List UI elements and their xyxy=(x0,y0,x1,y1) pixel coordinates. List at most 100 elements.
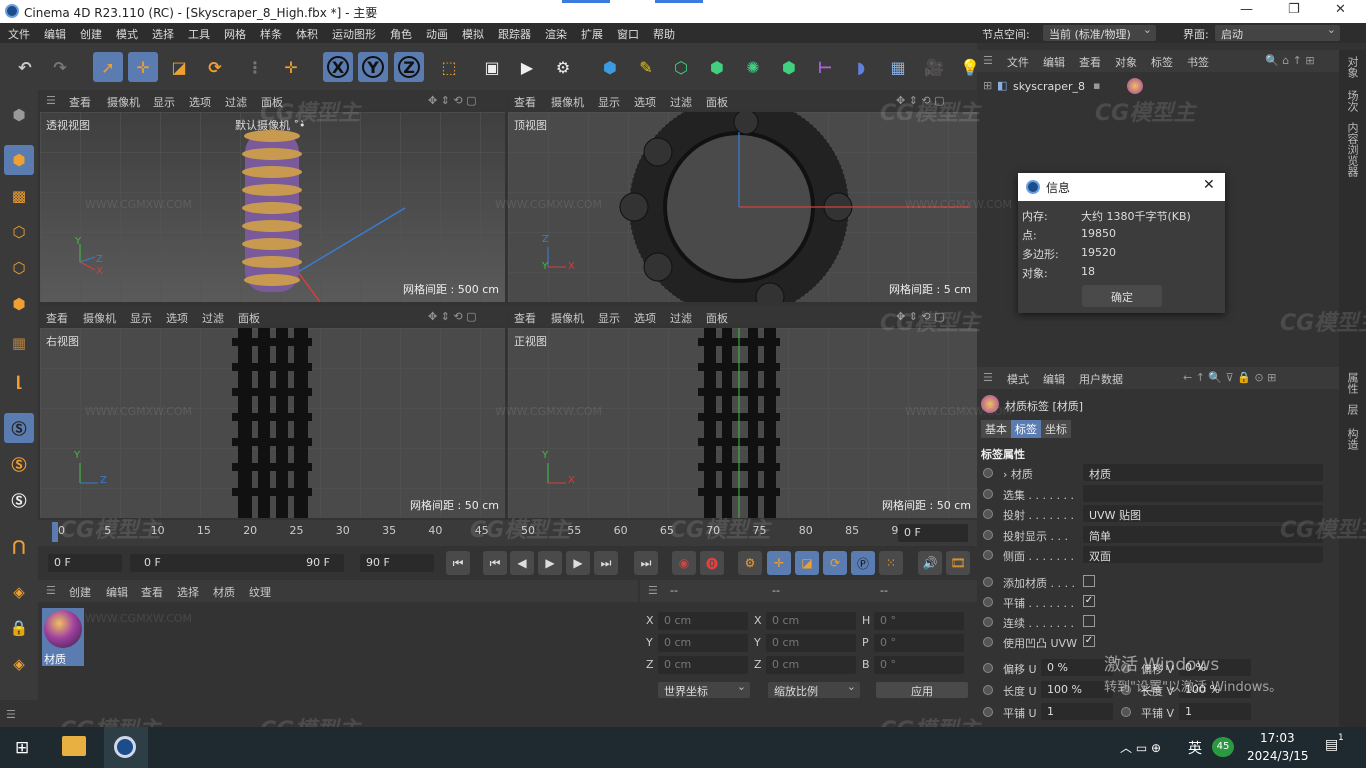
tab-structure[interactable]: 构造 xyxy=(1344,428,1360,450)
mat-menu-select[interactable]: 选择 xyxy=(177,584,199,600)
goto-start-icon[interactable]: ⏮ xyxy=(446,551,470,575)
prev-key-icon[interactable]: ⏮ xyxy=(483,551,507,575)
render-view-icon[interactable]: ▣ xyxy=(477,52,507,82)
attr-checkbox[interactable]: ✓ xyxy=(1083,634,1095,647)
interface-dropdown[interactable]: 启动 xyxy=(1215,23,1340,41)
menu-tracker[interactable]: 跟踪器 xyxy=(498,26,531,42)
next-key-icon[interactable]: ⏭ xyxy=(594,551,618,575)
cloner-icon[interactable]: ✺ xyxy=(738,52,768,82)
attr-value-field[interactable]: 1 xyxy=(1179,702,1251,720)
viewport-menu-camera[interactable]: 摄像机 xyxy=(83,310,116,326)
menu-create[interactable]: 创建 xyxy=(80,26,102,42)
coord-value-field[interactable]: 0 ° xyxy=(874,656,964,674)
animate-dot-icon[interactable] xyxy=(983,636,993,647)
viewport-nav-icon[interactable]: ✥ ⇕ ⟲ ▢ xyxy=(428,94,477,107)
tab-layers[interactable]: 层 xyxy=(1344,404,1360,415)
coord-value-field[interactable]: 0 cm xyxy=(658,634,748,652)
menu-edit[interactable]: 编辑 xyxy=(44,26,66,42)
coord-value-field[interactable]: 0 cm xyxy=(766,612,856,630)
viewport-menu-options[interactable]: 选项 xyxy=(634,310,656,326)
snap-settings-icon[interactable]: Ⓢ xyxy=(4,449,34,479)
animate-dot-icon[interactable] xyxy=(983,550,993,560)
menu-handle-icon[interactable]: ☰ xyxy=(983,54,993,67)
node-space-dropdown[interactable]: 当前 (标准/物理) xyxy=(1043,23,1156,41)
make-editable-icon[interactable]: ⬢ xyxy=(4,100,34,130)
animate-dot-icon[interactable] xyxy=(983,468,993,478)
apply-button[interactable]: 应用 xyxy=(876,682,968,698)
lock-workplane-icon[interactable]: 🔒 xyxy=(4,613,34,643)
viewport-nav-icon[interactable]: ✥ ⇕ ⟲ ▢ xyxy=(428,310,477,323)
coord-value-field[interactable]: 0 cm xyxy=(766,634,856,652)
attr-checkbox[interactable] xyxy=(1083,614,1095,627)
attr-value-field[interactable]: 0 % xyxy=(1041,658,1113,676)
menu-file[interactable]: 文件 xyxy=(8,26,30,42)
attr-menu-userdata[interactable]: 用户数据 xyxy=(1079,371,1123,387)
animate-dot-icon[interactable] xyxy=(983,662,993,673)
animate-dot-icon[interactable] xyxy=(1121,706,1131,717)
menu-handle-icon[interactable]: ☰ xyxy=(983,371,993,384)
menu-spline[interactable]: 样条 xyxy=(260,26,282,42)
viewport-menu-filter[interactable]: 过滤 xyxy=(670,310,692,326)
menu-mode[interactable]: 模式 xyxy=(116,26,138,42)
viewport-front[interactable]: 正视图 Y X 网格间距 : 50 cm xyxy=(508,328,977,518)
animate-dot-icon[interactable] xyxy=(983,529,993,540)
obj-menu-edit[interactable]: 编辑 xyxy=(1043,54,1065,70)
coord-value-field[interactable]: 0 ° xyxy=(874,634,964,652)
viewport-menu-view[interactable]: 查看 xyxy=(514,310,536,326)
viewport-menu-camera[interactable]: 摄像机 xyxy=(107,94,140,110)
visibility-icon[interactable]: ▪ xyxy=(1093,79,1100,92)
menu-help[interactable]: 帮助 xyxy=(653,26,675,42)
rotate-tool-icon[interactable]: ⟳ xyxy=(200,52,230,82)
viewport-menu-view[interactable]: 查看 xyxy=(69,94,91,110)
sound-icon[interactable]: 🔊 xyxy=(918,551,942,575)
workplane-icon[interactable]: ◈ xyxy=(4,577,34,607)
mat-menu-create[interactable]: 创建 xyxy=(69,584,91,600)
clock-date[interactable]: 2024/3/15 xyxy=(1247,749,1309,763)
viewport-menu-camera[interactable]: 摄像机 xyxy=(551,310,584,326)
key-rotation-icon[interactable]: ⟳ xyxy=(823,551,847,575)
quantize-icon[interactable]: Ⓢ xyxy=(4,485,34,515)
viewport-menu-options[interactable]: 选项 xyxy=(166,310,188,326)
animate-dot-icon[interactable] xyxy=(983,616,993,627)
tab-coord[interactable]: 坐标 xyxy=(1041,420,1071,438)
render-settings-icon[interactable]: ⚙ xyxy=(548,52,578,82)
viewport-menu-panel[interactable]: 面板 xyxy=(706,310,728,326)
ok-button[interactable]: 确定 xyxy=(1082,285,1162,307)
attr-checkbox[interactable] xyxy=(1083,574,1095,587)
tray-badge[interactable]: 45 xyxy=(1212,737,1234,757)
obj-menu-object[interactable]: 对象 xyxy=(1115,54,1137,70)
menu-tools[interactable]: 工具 xyxy=(188,26,210,42)
obj-menu-bookmarks[interactable]: 书签 xyxy=(1187,54,1209,70)
obj-menu-file[interactable]: 文件 xyxy=(1007,54,1029,70)
menu-handle-icon[interactable]: ☰ xyxy=(6,708,16,721)
animate-dot-icon[interactable] xyxy=(983,509,993,519)
extrude-icon[interactable]: ⬢ xyxy=(702,52,732,82)
end-frame-field[interactable]: 90 F xyxy=(360,554,434,572)
mat-menu-view[interactable]: 查看 xyxy=(141,584,163,600)
menu-select[interactable]: 选择 xyxy=(152,26,174,42)
menu-extensions[interactable]: 扩展 xyxy=(581,26,603,42)
redo-icon[interactable]: ↷ xyxy=(45,52,75,82)
coordinate-system-icon[interactable]: ⬚ xyxy=(434,52,464,82)
viewport-menu-filter[interactable]: 过滤 xyxy=(670,94,692,110)
goto-end-icon[interactable]: ⏭ xyxy=(634,551,658,575)
attr-value-field[interactable]: 双面 xyxy=(1083,546,1323,563)
field-icon[interactable]: ◗ xyxy=(846,52,876,82)
floor-icon[interactable]: ▦ xyxy=(883,52,913,82)
edges-mode-icon[interactable]: ⬡ xyxy=(4,253,34,283)
model-mode-icon[interactable]: ⬢ xyxy=(4,145,34,175)
material-swatch[interactable]: 材质 xyxy=(42,608,84,666)
coord-value-field[interactable]: 0 ° xyxy=(874,612,964,630)
attr-menu-edit[interactable]: 编辑 xyxy=(1043,371,1065,387)
attr-value-field[interactable] xyxy=(1083,484,1323,502)
record-icon[interactable]: ◉ xyxy=(672,551,696,575)
pen-icon[interactable]: ✎ xyxy=(631,52,661,82)
tab-takes[interactable]: 场次 xyxy=(1344,90,1360,112)
recent-tool-icon[interactable]: ⋮ xyxy=(240,52,270,82)
undo-icon[interactable]: ↶ xyxy=(10,52,40,82)
current-frame-field[interactable]: 0 F xyxy=(48,554,122,572)
animate-dot-icon[interactable] xyxy=(983,706,993,717)
menu-animate[interactable]: 动画 xyxy=(426,26,448,42)
axis-y-button[interactable]: Y xyxy=(358,52,388,82)
menu-mograph[interactable]: 运动图形 xyxy=(332,26,376,42)
